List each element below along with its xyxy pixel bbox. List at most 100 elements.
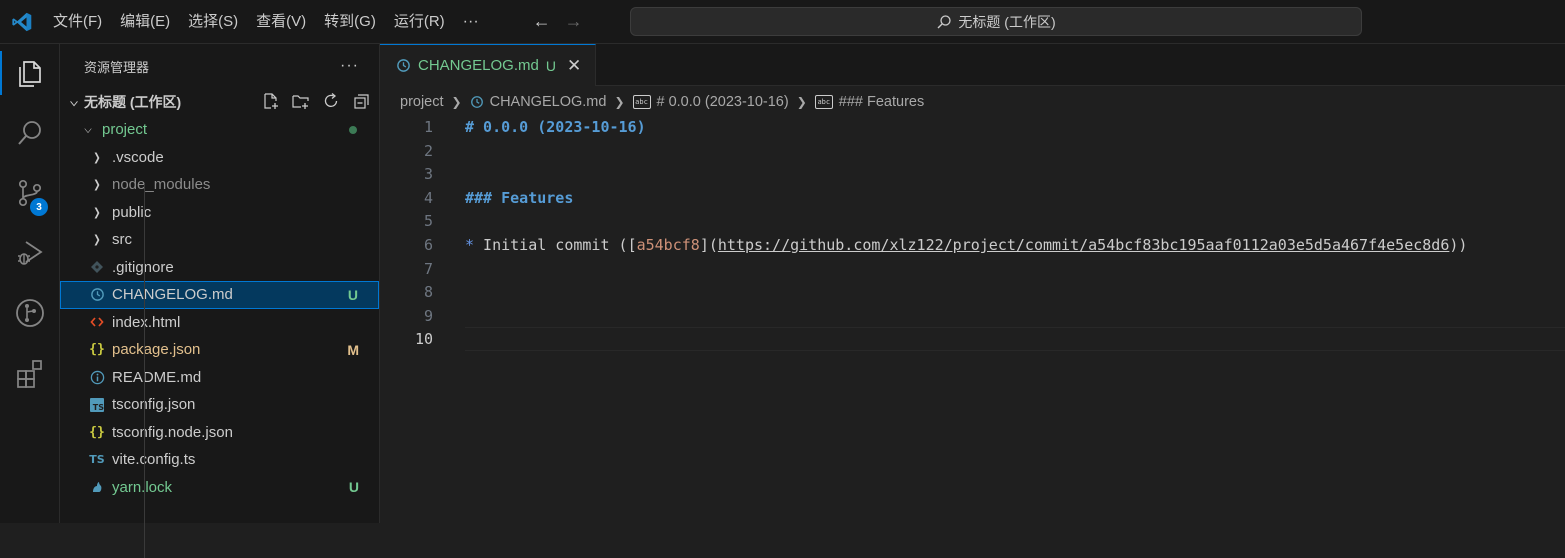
vscode-logo-icon[interactable] [0,0,44,44]
tab-status: U [545,57,556,74]
explorer-icon[interactable] [0,45,60,101]
json-braces-icon: {} [89,342,105,358]
search-icon[interactable] [0,105,60,161]
line-text: ### Features [465,186,573,210]
folder-label: project [102,121,148,139]
tree-file[interactable]: README.md [60,364,379,392]
chevron-down-icon: ⌵ [84,122,92,137]
chevron-down-icon: ⌵ [70,94,78,109]
tree-folder[interactable]: ❯ node_modules [60,171,379,199]
tree-file[interactable]: index.html [60,309,379,337]
code-line[interactable]: 2 [380,139,1565,163]
tree-file[interactable]: .gitignore [60,254,379,282]
tab-changelog[interactable]: CHANGELOG.md U ✕ [380,44,597,86]
new-folder-icon[interactable] [291,90,311,112]
tree-item-label: .gitignore [112,258,174,276]
json-braces-icon: {} [89,424,105,440]
yarn-cat-icon [89,479,105,495]
code-line[interactable]: 4 ### Features [380,186,1565,210]
tree-file[interactable]: {} package.json M [60,336,379,364]
code-line[interactable]: 7 [380,257,1565,281]
tab-label: CHANGELOG.md [418,57,539,74]
title-bar: 文件(F) 编辑(E) 选择(S) 查看(V) 转到(G) 运行(R) ··· ← → 无标… [0,0,1565,44]
tree-item-label: node_modules [112,176,211,194]
close-icon[interactable]: ✕ [567,56,581,76]
breadcrumb-heading2[interactable]: abc ### Features [814,94,925,110]
collapse-all-icon[interactable] [351,90,371,112]
arrow-left-icon[interactable]: ← [532,11,552,32]
breadcrumb-heading2-label: ### Features [838,94,925,110]
markdown-bracket: )) [1449,236,1468,254]
command-center[interactable]: 无标题 (工作区) [630,7,1362,36]
run-debug-icon[interactable] [0,225,60,281]
source-control-icon[interactable]: 3 [0,165,60,221]
breadcrumb-folder[interactable]: project [400,94,444,110]
breadcrumb-heading1[interactable]: abc # 0.0.0 (2023-10-16) [632,94,789,110]
menu-item[interactable]: 转到(G) [315,0,385,44]
menu-item[interactable]: 编辑(E) [111,0,179,44]
arrow-right-icon[interactable]: → [564,11,584,32]
folder-project[interactable]: ⌵ project [60,116,379,144]
clock-icon [397,59,410,72]
code-line[interactable]: 9 [380,304,1565,328]
git-status-badge: U [347,286,358,303]
new-file-icon[interactable] [261,90,281,112]
markdown-heading: # 0.0.0 (2023-10-16) [465,118,646,136]
line-number: 7 [423,259,433,278]
chevron-right-icon: ❯ [93,234,101,247]
explorer-sidebar: 资源管理器 ··· ⌵ 无标题 (工作区) ⌵ project ❯ .vscode… [60,44,380,558]
tree-file[interactable]: yarn.lock U [60,474,379,502]
line-number: 8 [423,283,433,302]
breadcrumb-file-label: CHANGELOG.md [489,94,607,110]
tree-item-label: .vscode [112,148,164,166]
markdown-heading: ### Features [465,188,574,207]
code-line[interactable]: 3 [380,162,1565,186]
extensions-icon[interactable] [0,345,60,401]
menu-item[interactable]: 运行(R) [385,0,454,44]
code-line[interactable]: 8 [380,280,1565,304]
more-actions-icon[interactable]: ··· [340,57,359,75]
code-line[interactable]: 10 [380,327,1565,352]
workspace-header[interactable]: ⌵ 无标题 (工作区) [60,88,379,116]
ts-text-icon: TS [89,453,105,467]
line-text: * Initial commit ([a54bcf8](https://gith… [465,233,1467,257]
markdown-bracket: ]( [699,236,718,254]
menu-item[interactable]: 查看(V) [247,0,315,44]
clock-icon [470,96,483,108]
tree-item-label: public [112,203,152,221]
git-status-badge: U [348,479,359,496]
indent-guide [144,184,145,558]
code-line[interactable]: 1 # 0.0.0 (2023-10-16) [380,115,1565,139]
markdown-bullet: * [465,236,475,254]
line-number: 2 [423,141,433,160]
tree-file[interactable]: {} tsconfig.node.json [60,419,379,447]
tab-bar: CHANGELOG.md U ✕ [380,44,1565,86]
chevron-right-icon: ❯ [614,95,625,109]
source-control-badge: 3 [30,198,48,216]
chevron-right-icon: ❯ [93,151,101,164]
command-center-label: 无标题 (工作区) [958,13,1056,30]
menu-item[interactable]: 文件(F) [44,0,111,44]
tree-item-label: vite.config.ts [112,451,196,469]
tree-file[interactable]: CHANGELOG.md U [60,281,379,309]
breadcrumb-file[interactable]: CHANGELOG.md [470,94,607,110]
breadcrumb-heading1-label: # 0.0.0 (2023-10-16) [656,94,789,110]
modified-dot-icon [349,125,357,134]
more-menu-icon[interactable]: ··· [454,0,488,44]
menu-item[interactable]: 选择(S) [179,0,247,44]
tree-folder[interactable]: ❯ .vscode [60,144,379,172]
editor-area: CHANGELOG.md U ✕ project ❯ CHANGELOG.md … [380,44,1565,523]
code-line[interactable]: 5 [380,209,1565,233]
tree-folder[interactable]: ❯ src [60,226,379,254]
tree-file[interactable]: TS tsconfig.json [60,391,379,419]
tree-file[interactable]: TS vite.config.ts [60,446,379,474]
refresh-icon[interactable] [321,90,341,112]
git-status-badge: M [347,341,359,358]
tree-folder[interactable]: ❯ public [60,199,379,227]
string-symbol-icon: abc [814,95,833,109]
markdown-link-url: https://github.com/xlz122/project/commit… [717,236,1450,254]
code-line[interactable]: 6 * Initial commit ([a54bcf8](https://git… [380,233,1565,257]
workspace-name: 无标题 (工作区) [84,94,182,110]
remote-explorer-icon[interactable] [0,285,60,341]
breadcrumb: project ❯ CHANGELOG.md ❯ abc # 0.0.0 (20… [380,86,1565,118]
